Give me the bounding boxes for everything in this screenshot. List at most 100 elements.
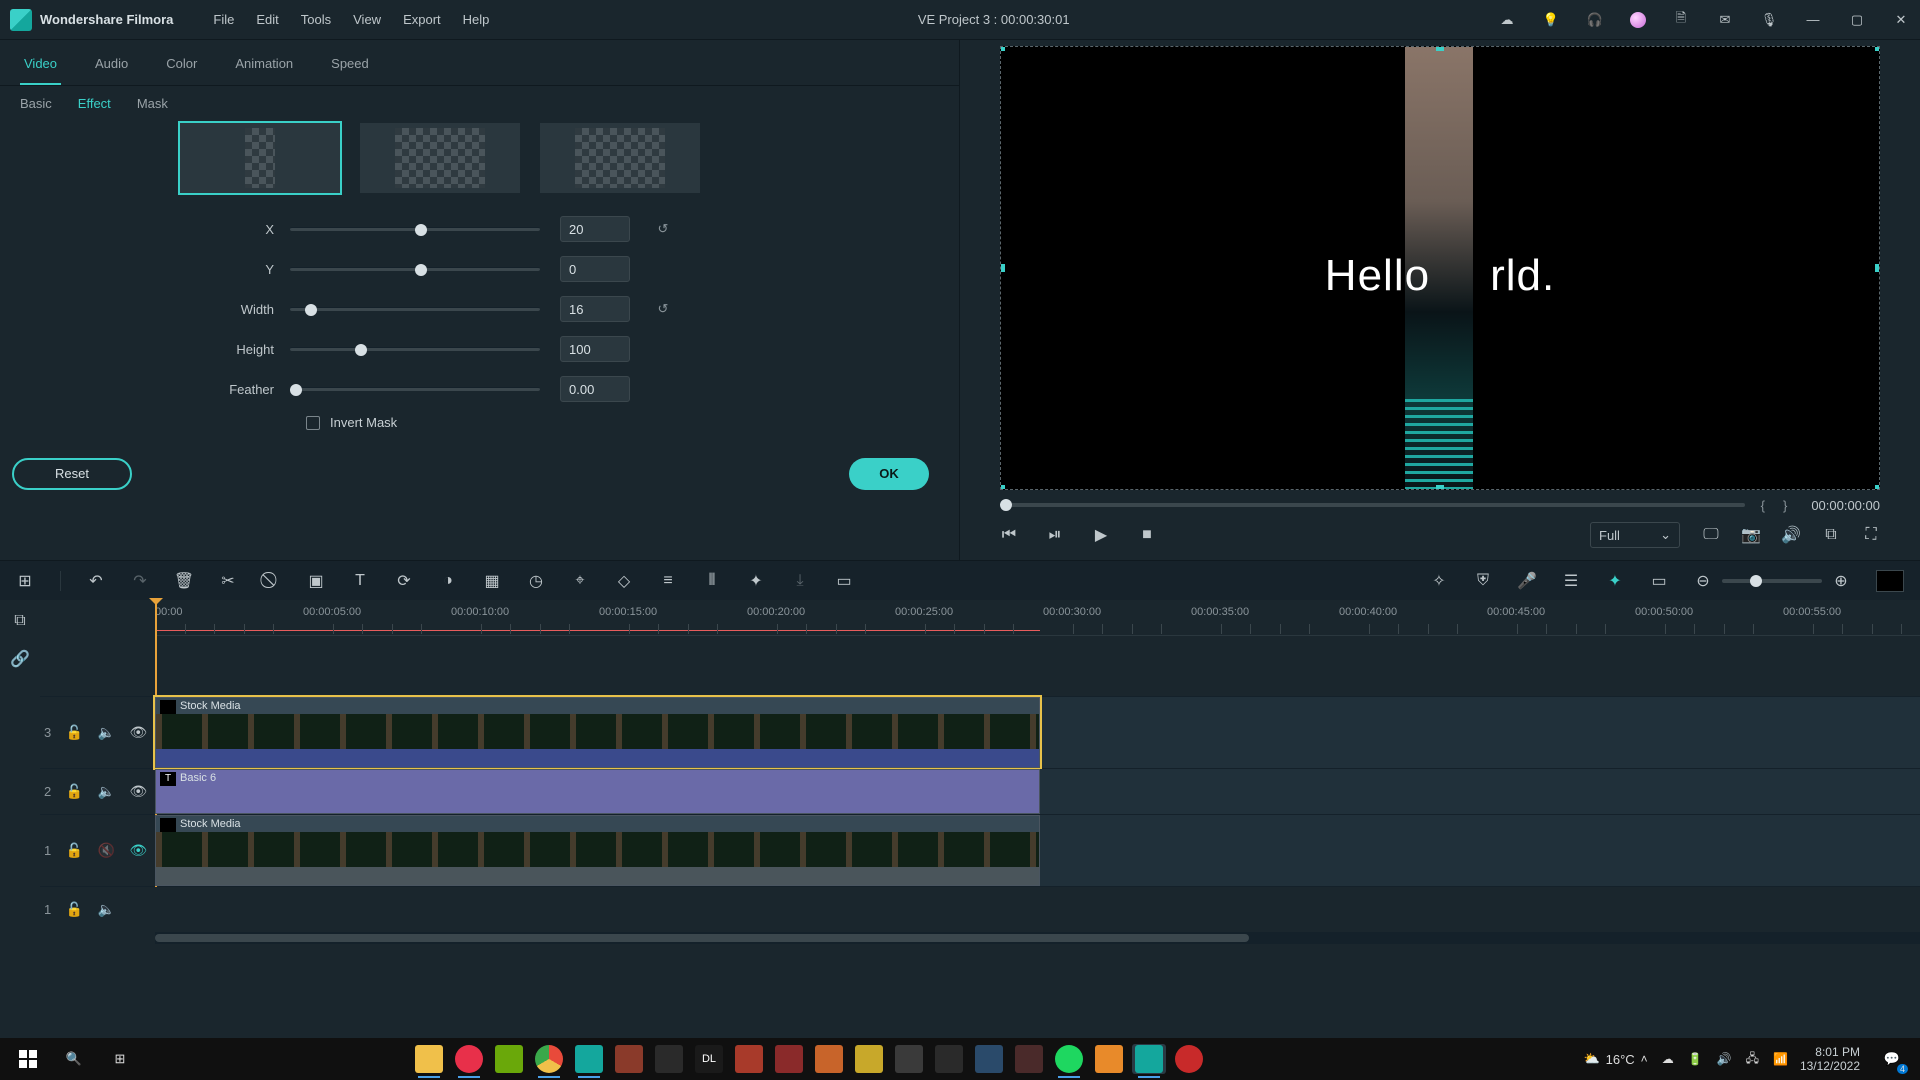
resize-handle[interactable]	[1000, 485, 1005, 490]
prev-frame-icon[interactable]: ⏮	[1000, 526, 1018, 544]
clip-stock-media-top[interactable]: Stock Media	[155, 697, 1040, 768]
window-close-icon[interactable]: ✕	[1892, 11, 1910, 29]
tray-wifi-icon[interactable]: 📶	[1773, 1052, 1788, 1066]
audio-adjust-icon[interactable]: ⫴	[703, 572, 721, 590]
taskbar-app-game9[interactable]	[972, 1044, 1006, 1074]
x-reset-icon[interactable]: ↺	[650, 216, 676, 242]
window-maximize-icon[interactable]: ▢	[1848, 11, 1866, 29]
taskbar-weather[interactable]: ⛅ 16°C	[1583, 1051, 1634, 1067]
resize-handle[interactable]	[1875, 264, 1880, 272]
subtab-basic[interactable]: Basic	[20, 96, 52, 111]
height-slider[interactable]	[290, 347, 540, 351]
undo-icon[interactable]: ↶	[87, 572, 105, 590]
tray-chevron-icon[interactable]: ˄	[1641, 1052, 1648, 1066]
width-value[interactable]: 16	[560, 296, 630, 322]
menu-help[interactable]: Help	[463, 12, 490, 27]
resize-handle[interactable]	[1436, 46, 1444, 51]
search-icon[interactable]: 🔍	[54, 1042, 94, 1076]
save-icon[interactable]: 🗎	[1672, 11, 1690, 29]
group-icon[interactable]: ▭	[835, 572, 853, 590]
crop-icon[interactable]: ▣	[307, 572, 325, 590]
speed-icon[interactable]: ⟳	[395, 572, 413, 590]
preview-canvas[interactable]: Hello rld.	[1000, 46, 1880, 490]
motion-icon[interactable]: ⌖	[571, 572, 589, 590]
mute-icon[interactable]: 🔈	[97, 724, 115, 742]
mute-icon[interactable]: 🔇	[97, 842, 115, 860]
resize-handle[interactable]	[1875, 46, 1880, 51]
ok-button[interactable]: OK	[849, 458, 929, 490]
resize-handle[interactable]	[1000, 46, 1005, 51]
play-icon[interactable]: ▶	[1092, 526, 1110, 544]
menu-edit[interactable]: Edit	[256, 12, 278, 27]
clip-basic6[interactable]: T Basic 6	[155, 769, 1040, 814]
text-icon[interactable]: T	[351, 572, 369, 590]
taskbar-app-game2[interactable]	[652, 1044, 686, 1074]
tab-speed[interactable]: Speed	[327, 48, 373, 85]
taskbar-app-opera[interactable]	[452, 1044, 486, 1074]
visibility-icon[interactable]: 👁	[129, 724, 147, 742]
subtab-mask[interactable]: Mask	[137, 96, 168, 111]
taskbar-app-vlc[interactable]	[1092, 1044, 1126, 1074]
taskbar-app-game10[interactable]	[1012, 1044, 1046, 1074]
taskbar-app-nvidia[interactable]	[492, 1044, 526, 1074]
taskbar-clock[interactable]: 8:01 PM 13/12/2022	[1800, 1045, 1860, 1073]
taskbar-app-spotify[interactable]	[1052, 1044, 1086, 1074]
window-minimize-icon[interactable]: —	[1804, 11, 1822, 29]
delete-icon[interactable]: 🗑	[175, 572, 193, 590]
mark-out-icon[interactable]: }	[1783, 498, 1787, 513]
mark-in-icon[interactable]: {	[1761, 498, 1765, 513]
lock-icon[interactable]: 🔓	[65, 901, 83, 919]
height-value[interactable]: 100	[560, 336, 630, 362]
x-value[interactable]: 20	[560, 216, 630, 242]
zoom-out-icon[interactable]: ⊖	[1694, 572, 1712, 590]
x-slider[interactable]	[290, 227, 540, 231]
redo-icon[interactable]: ↷	[131, 572, 149, 590]
resize-handle[interactable]	[1436, 485, 1444, 490]
taskbar-app-game7[interactable]	[892, 1044, 926, 1074]
menu-view[interactable]: View	[353, 12, 381, 27]
taskbar-app-filmora[interactable]	[572, 1044, 606, 1074]
tray-battery-icon[interactable]: 🔋	[1688, 1052, 1703, 1066]
play-pause-icon[interactable]: ⏯	[1046, 526, 1064, 544]
cloud-icon[interactable]: ☁	[1498, 11, 1516, 29]
mail-icon[interactable]: ✉	[1716, 11, 1734, 29]
tips-icon[interactable]: 💡	[1542, 11, 1560, 29]
cut-icon[interactable]: ✂	[219, 572, 237, 590]
duration-icon[interactable]: ◷	[527, 572, 545, 590]
disable-icon[interactable]: ⃠	[263, 572, 281, 590]
taskbar-app-chrome[interactable]	[532, 1044, 566, 1074]
visibility-icon[interactable]: 👁	[129, 783, 147, 801]
fullscreen-icon[interactable]: ⛶	[1862, 526, 1880, 544]
invert-mask-checkbox[interactable]	[306, 416, 320, 430]
lock-icon[interactable]: 🔓	[65, 842, 83, 860]
pip-icon[interactable]: ⧉	[1822, 526, 1840, 544]
taskbar-app-filmora2[interactable]	[1132, 1044, 1166, 1074]
color-icon[interactable]: ◑	[439, 572, 457, 590]
voiceover-icon[interactable]: 🎤	[1518, 572, 1536, 590]
mask-preset-1[interactable]	[180, 123, 340, 193]
green-screen-icon[interactable]: ▦	[483, 572, 501, 590]
timeline-h-scroll[interactable]	[155, 932, 1920, 944]
mask-preset-2[interactable]	[360, 123, 520, 193]
subtab-effect[interactable]: Effect	[78, 96, 111, 111]
tab-animation[interactable]: Animation	[231, 48, 297, 85]
volume-icon[interactable]: 🔊	[1782, 526, 1800, 544]
taskbar-app-game4[interactable]	[772, 1044, 806, 1074]
menu-tools[interactable]: Tools	[301, 12, 331, 27]
lock-icon[interactable]: 🔓	[65, 783, 83, 801]
zoom-in-icon[interactable]: ⊕	[1832, 572, 1850, 590]
adjust-icon[interactable]: ≡	[659, 572, 677, 590]
media-bin-icon[interactable]: ⧉	[11, 612, 29, 630]
timeline-view-icon[interactable]	[1876, 570, 1904, 592]
tab-audio[interactable]: Audio	[91, 48, 132, 85]
link-icon[interactable]: 🔗	[11, 650, 29, 668]
resize-handle[interactable]	[1875, 485, 1880, 490]
mute-icon[interactable]: 🔈	[97, 783, 115, 801]
fit-icon[interactable]: ▭	[1650, 572, 1668, 590]
mask-preset-3[interactable]	[540, 123, 700, 193]
taskbar-app-game6[interactable]	[852, 1044, 886, 1074]
tab-color[interactable]: Color	[162, 48, 201, 85]
menu-file[interactable]: File	[213, 12, 234, 27]
display-icon[interactable]: 🖵	[1702, 526, 1720, 544]
y-value[interactable]: 0	[560, 256, 630, 282]
